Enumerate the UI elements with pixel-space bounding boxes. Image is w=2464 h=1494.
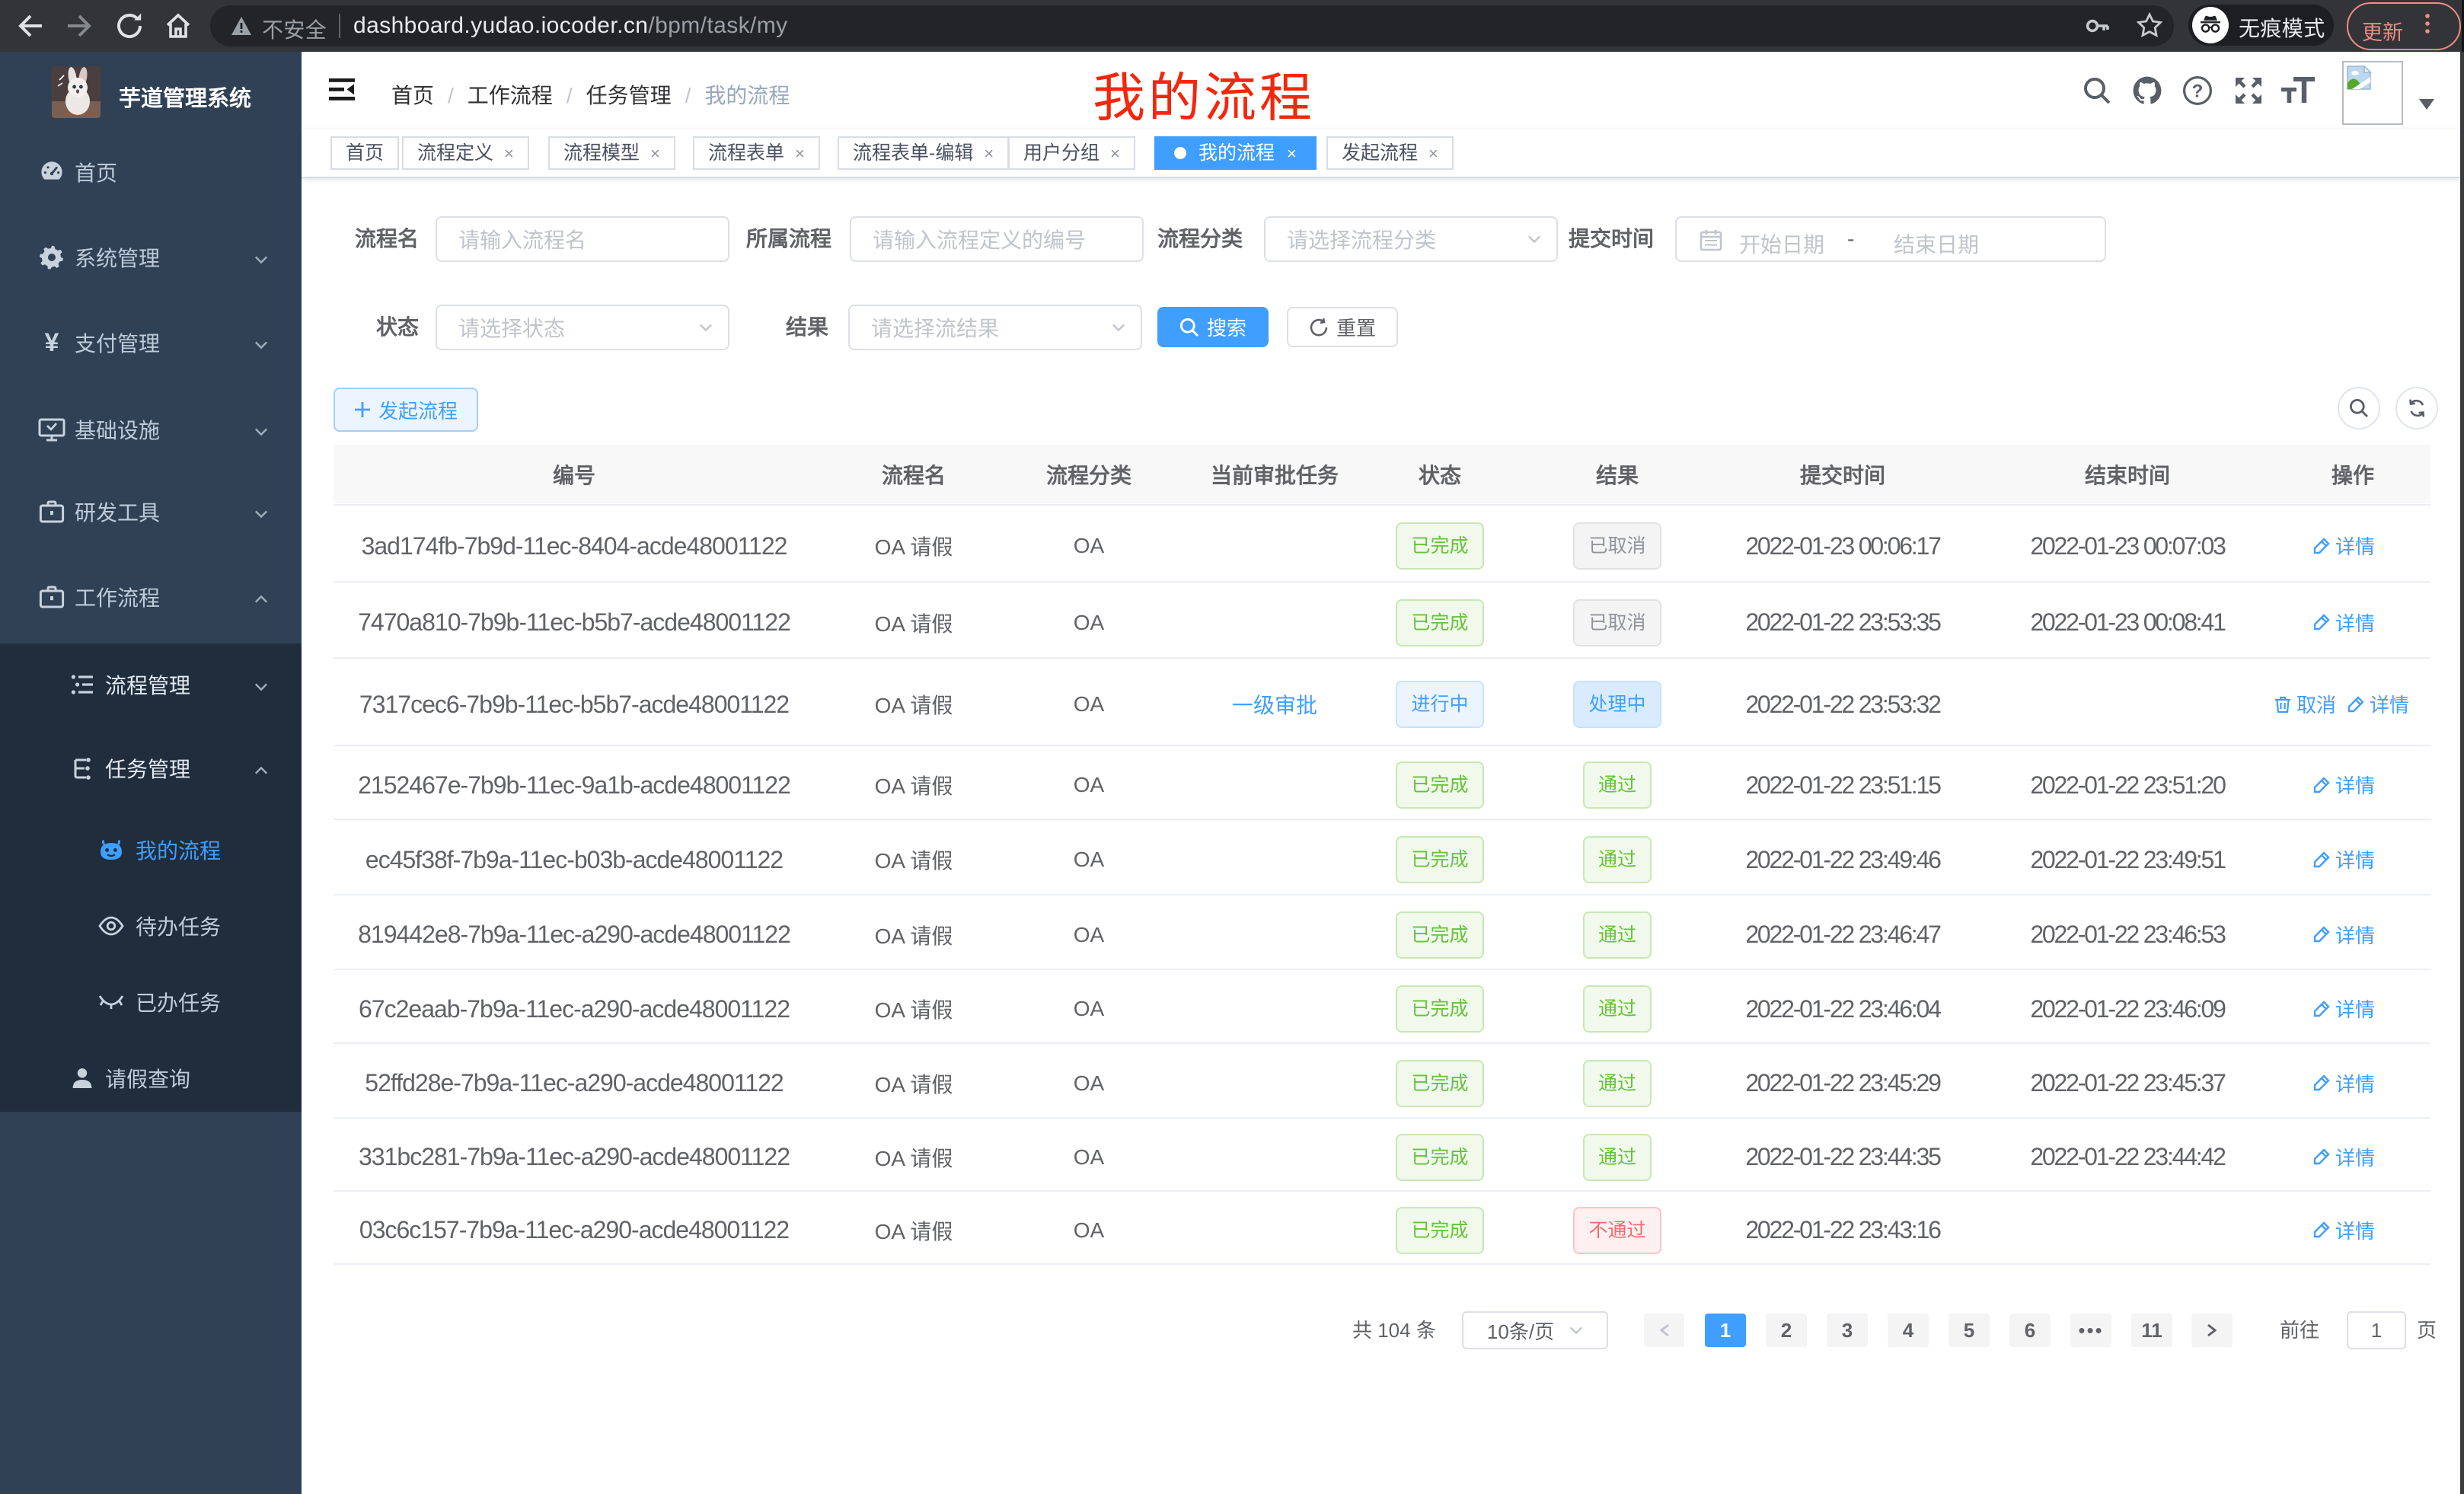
svg-text:?: ? xyxy=(2192,81,2204,101)
